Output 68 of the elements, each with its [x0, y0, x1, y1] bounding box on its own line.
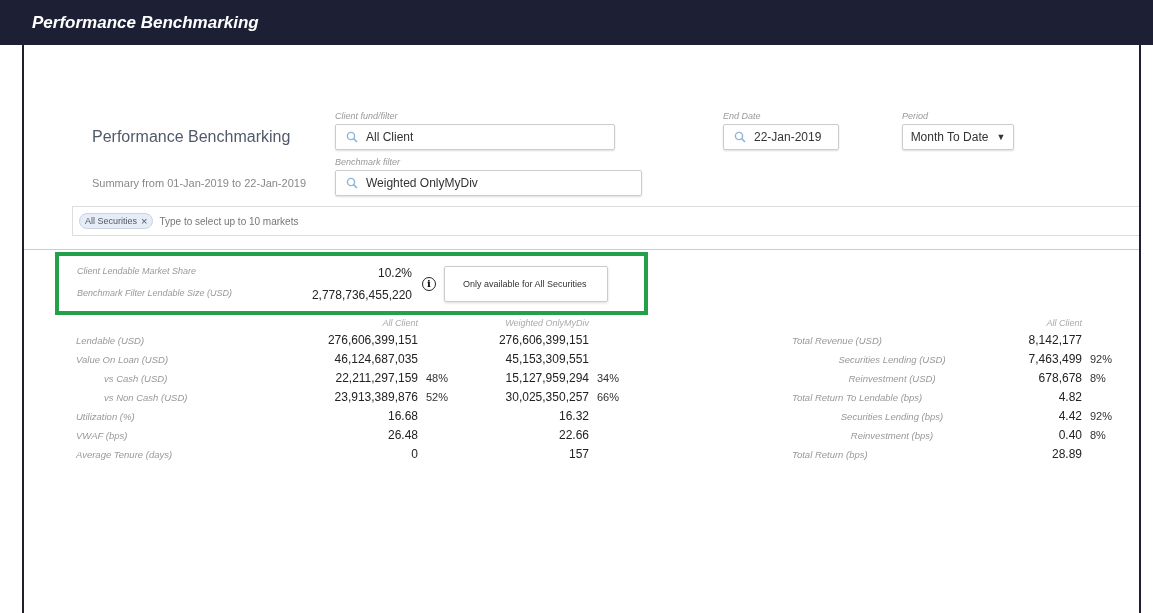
row-label: Value On Loan (USD)	[76, 353, 170, 365]
metric-label: Benchmark Filter Lendable Size (USD)	[77, 287, 234, 300]
value-cell-text: 4.42	[1057, 409, 1082, 423]
client-filter-field[interactable]: All Client	[335, 124, 615, 150]
percent-cell-text: 8%	[1089, 372, 1107, 384]
value-cell-text: 16.68	[386, 409, 418, 423]
market-select-field[interactable]: All Securities × Type to select up to 10 markets	[72, 206, 1139, 236]
page-title: Performance Benchmarking	[92, 128, 292, 146]
row-label: VWAF (bps)	[76, 429, 129, 441]
end-date-field[interactable]: 22-Jan-2019	[723, 124, 839, 150]
percent-cell-text: 48%	[425, 372, 450, 384]
benchmark-filter-field[interactable]: Weighted OnlyMyDiv	[335, 170, 642, 196]
row-label: vs Non Cash (USD)	[103, 391, 189, 403]
row-label: Reinvestment (USD)	[847, 372, 937, 384]
column-header: Weighted OnlyMyDiv	[504, 318, 589, 328]
header-title: Performance Benchmarking	[32, 12, 259, 33]
percent-cell-text: 92%	[1089, 353, 1114, 365]
percent-cell-text: 52%	[425, 391, 450, 403]
value-cell-text: 22.66	[557, 428, 589, 442]
search-icon	[346, 177, 358, 189]
percent-cell-text: 92%	[1089, 410, 1114, 422]
value-cell-text: 46,124,687,035	[333, 352, 418, 366]
column-header: All Client	[1045, 318, 1082, 328]
field-label: End Date	[723, 111, 762, 121]
value-cell-text: 28.89	[1050, 447, 1082, 461]
value-cell-text: 0.40	[1057, 428, 1082, 442]
column-header: All Client	[381, 318, 418, 328]
percent-cell-text: 34%	[596, 372, 621, 384]
row-label: Securities Lending (bps)	[839, 410, 945, 422]
remove-tag-button[interactable]: ×	[141, 216, 148, 226]
percent-cell-text: 8%	[1089, 429, 1107, 441]
value-cell-text: 678,678	[1037, 371, 1082, 385]
field-label: Benchmark filter	[335, 157, 402, 167]
value-cell-text: 45,153,309,551	[504, 352, 589, 366]
field-label: Client fund/filter	[335, 111, 399, 121]
row-label: Average Tenure (days)	[76, 448, 174, 460]
row-label: Reinvestment (bps)	[849, 429, 935, 441]
market-tag: All Securities ×	[79, 213, 154, 229]
value-cell-text: 276,606,399,151	[326, 333, 418, 347]
row-label: Utilization (%)	[76, 410, 136, 422]
metric-value: 2,778,736,455,220	[310, 287, 412, 302]
row-label: Total Return To Lendable (bps)	[792, 391, 924, 403]
metric-value: 10.2%	[376, 265, 412, 280]
field-label: Period	[902, 111, 930, 121]
value-cell-text: 7,463,499	[1027, 352, 1082, 366]
row-label: Total Revenue (USD)	[792, 334, 883, 346]
value-cell-text: 16.32	[557, 409, 589, 423]
value-cell-text: 4.82	[1057, 390, 1082, 404]
row-label: Lendable (USD)	[76, 334, 146, 346]
value-cell-text: 30,025,350,257	[504, 390, 589, 404]
value-cell-text: 26.48	[386, 428, 418, 442]
period-dropdown[interactable]: Month To Date ▼	[902, 124, 1014, 150]
row-label: Total Return (bps)	[792, 448, 869, 460]
search-icon	[734, 131, 746, 143]
metric-label: Client Lendable Market Share	[77, 265, 198, 278]
row-label: Securities Lending (USD)	[837, 353, 947, 365]
tooltip: Only available for All Securities	[444, 265, 608, 302]
value-cell-text: 0	[410, 447, 418, 461]
percent-cell-text: 66%	[596, 391, 621, 403]
value-cell-text: 276,606,399,151	[497, 333, 589, 347]
value-cell-text: 23,913,389,876	[333, 390, 418, 404]
row-label: vs Cash (USD)	[103, 372, 169, 384]
value-cell-text: 8,142,177	[1027, 333, 1082, 347]
value-cell-text: 15,127,959,294	[504, 371, 589, 385]
value-cell-text: 22,211,297,159	[334, 371, 418, 385]
search-icon	[346, 131, 358, 143]
summary-text: Summary from 01-Jan-2019 to 22-Jan-2019	[92, 177, 307, 189]
value-cell-text: 157	[567, 447, 589, 461]
